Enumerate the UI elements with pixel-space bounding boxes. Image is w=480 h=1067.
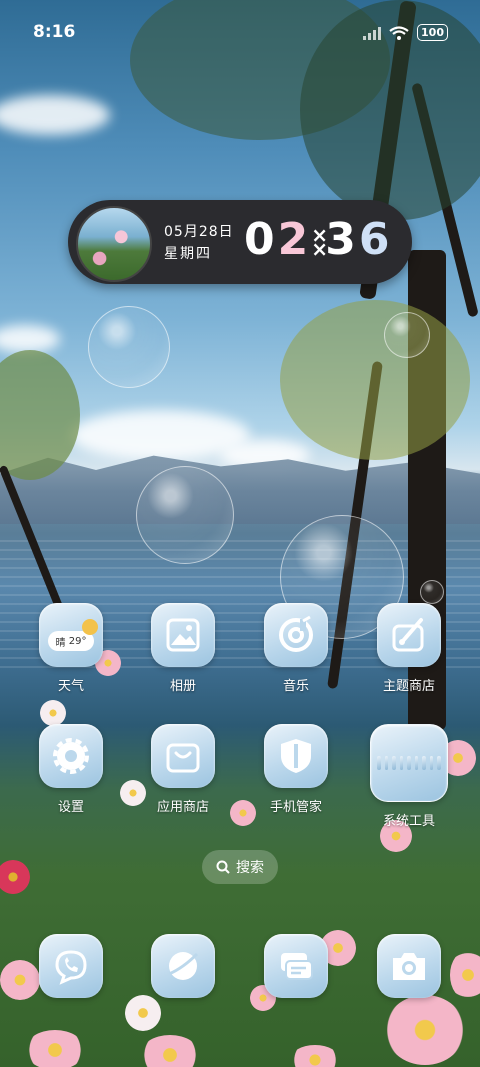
clock-widget[interactable]: 05月28日 星期四 02× ×36 bbox=[68, 200, 412, 284]
weather-condition: 晴 bbox=[55, 637, 66, 649]
security-icon bbox=[264, 724, 328, 788]
bubble bbox=[88, 306, 170, 388]
clock-hour-digit: 0 bbox=[244, 214, 278, 265]
dock-phone[interactable] bbox=[21, 934, 121, 998]
search-icon bbox=[216, 860, 230, 874]
app-folder-system-tools[interactable]: 系统工具 bbox=[359, 724, 459, 829]
app-label: 应用商店 bbox=[156, 800, 209, 815]
clock-hour-digit: 2 bbox=[277, 214, 312, 265]
battery-icon: 100 bbox=[417, 24, 448, 41]
status-time: 8:16 bbox=[33, 22, 76, 42]
flower bbox=[385, 995, 465, 1065]
clock-minute-digit: 3 bbox=[325, 214, 359, 265]
app-theme-store[interactable]: 主题商店 bbox=[359, 603, 459, 694]
app-music[interactable]: 音乐 bbox=[246, 603, 346, 694]
weather-icon: 晴 29° bbox=[39, 603, 103, 667]
app-label: 音乐 bbox=[282, 679, 309, 694]
dock-camera[interactable] bbox=[359, 934, 459, 998]
camera-icon bbox=[377, 934, 441, 998]
app-store[interactable]: 应用商店 bbox=[133, 724, 233, 815]
dock-messages[interactable] bbox=[246, 934, 346, 998]
bubble bbox=[420, 580, 444, 604]
tree-foliage bbox=[0, 350, 80, 480]
flower bbox=[0, 860, 30, 894]
cloud bbox=[0, 325, 60, 353]
wifi-icon bbox=[389, 25, 409, 40]
search-button[interactable]: 搜索 bbox=[202, 850, 278, 884]
folder-icon bbox=[370, 724, 448, 802]
clock-separator: × × bbox=[311, 223, 329, 261]
flower bbox=[140, 1035, 200, 1067]
cloud bbox=[0, 95, 110, 135]
theme-store-icon bbox=[377, 603, 441, 667]
dock-browser[interactable] bbox=[133, 934, 233, 998]
app-label: 手机管家 bbox=[269, 800, 322, 815]
flower bbox=[40, 700, 66, 726]
app-label: 天气 bbox=[57, 679, 84, 694]
phone-icon bbox=[39, 934, 103, 998]
status-bar: 8:16 100 bbox=[0, 0, 480, 66]
app-weather[interactable]: 晴 29° 天气 bbox=[21, 603, 121, 694]
bubble bbox=[384, 312, 430, 358]
app-label: 主题商店 bbox=[382, 679, 435, 694]
app-label: 设置 bbox=[57, 800, 84, 815]
flower bbox=[125, 995, 161, 1031]
browser-icon bbox=[151, 934, 215, 998]
settings-icon bbox=[39, 724, 103, 788]
clock-minute-digit: 6 bbox=[358, 214, 393, 265]
widget-photo bbox=[76, 206, 152, 282]
messages-icon bbox=[264, 934, 328, 998]
widget-clock: 02× ×36 bbox=[244, 214, 393, 265]
music-icon bbox=[264, 603, 328, 667]
gallery-icon bbox=[151, 603, 215, 667]
app-settings[interactable]: 设置 bbox=[21, 724, 121, 815]
flower bbox=[25, 1030, 85, 1067]
signal-icon bbox=[363, 26, 382, 40]
app-label: 系统工具 bbox=[382, 814, 435, 829]
app-phone-manager[interactable]: 手机管家 bbox=[246, 724, 346, 815]
widget-date: 05月28日 bbox=[164, 224, 234, 240]
tree-foliage bbox=[280, 300, 470, 460]
status-icons: 100 bbox=[363, 24, 448, 41]
bubble bbox=[136, 466, 234, 564]
flower bbox=[290, 1045, 340, 1067]
app-label: 相册 bbox=[169, 679, 196, 694]
search-label: 搜索 bbox=[236, 860, 264, 876]
app-gallery[interactable]: 相册 bbox=[133, 603, 233, 694]
wallpaper bbox=[0, 0, 480, 1067]
app-store-icon bbox=[151, 724, 215, 788]
weather-temp: 29° bbox=[68, 635, 87, 647]
widget-weekday: 星期四 bbox=[164, 246, 212, 262]
